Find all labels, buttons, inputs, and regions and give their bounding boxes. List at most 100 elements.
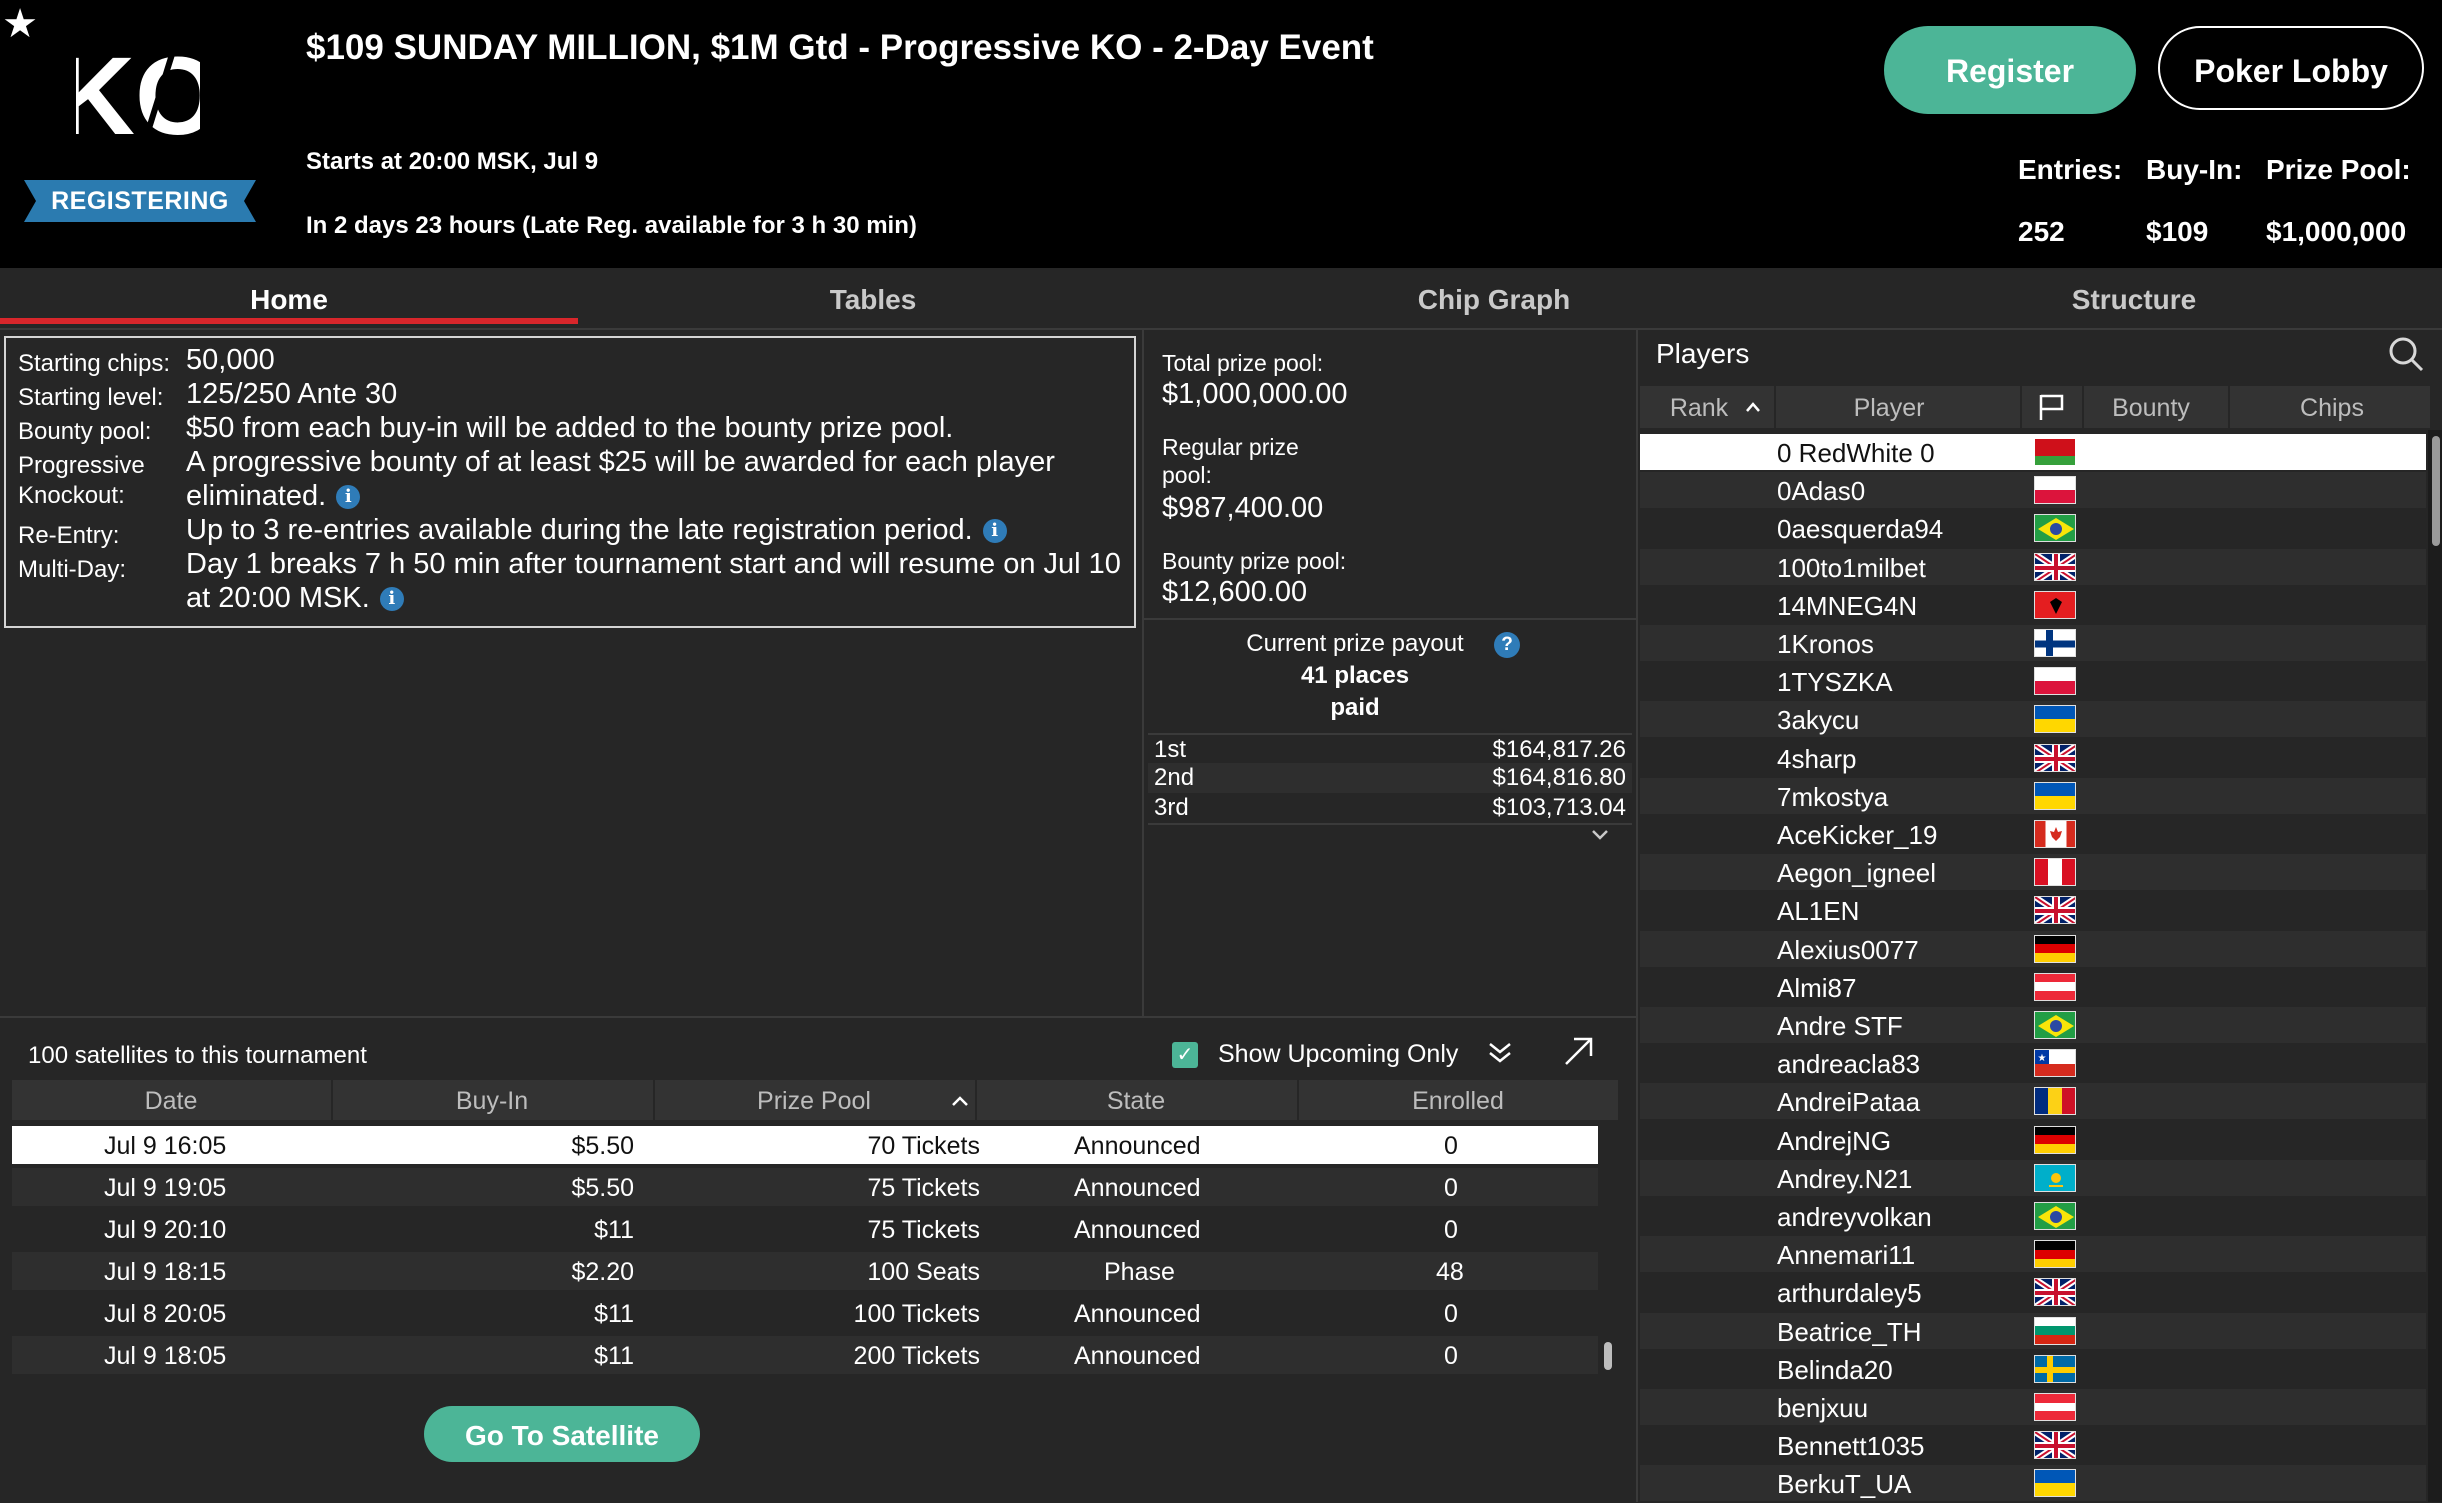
info-icon[interactable]: i bbox=[336, 485, 361, 510]
favorite-star-icon[interactable]: ★ bbox=[0, 2, 40, 46]
player-row[interactable]: 14MNEG4N bbox=[1640, 587, 2426, 623]
bounty-prize-value: $12,600.00 bbox=[1162, 576, 1308, 608]
progressive-label-1: Progressive bbox=[18, 452, 145, 479]
sat-prize: 200 Tickets bbox=[853, 1342, 980, 1370]
player-name: 7mkostya bbox=[1777, 781, 1889, 812]
player-row[interactable]: Belinda20 bbox=[1640, 1351, 2426, 1387]
col-buyin[interactable]: Buy-In bbox=[333, 1080, 651, 1120]
player-row[interactable]: Andre STF bbox=[1640, 1007, 2426, 1043]
col-bounty[interactable]: Bounty bbox=[2084, 386, 2218, 428]
player-row[interactable]: AL1EN bbox=[1640, 892, 2426, 928]
satellite-row[interactable]: Jul 9 18:05 $11 200 Tickets Announced 0 bbox=[12, 1336, 1598, 1374]
chevron-down-icon[interactable] bbox=[1590, 828, 1610, 842]
player-name: 0aesquerda94 bbox=[1777, 514, 1944, 545]
player-row[interactable]: Annemari11 bbox=[1640, 1236, 2426, 1273]
sort-asc-icon[interactable] bbox=[1744, 400, 1762, 414]
prizepool-label: Prize Pool: bbox=[2266, 154, 2411, 185]
sat-buyin: $5.50 bbox=[571, 1174, 634, 1202]
col-state[interactable]: State bbox=[977, 1080, 1295, 1120]
player-name: Annemari11 bbox=[1777, 1240, 1916, 1271]
player-row[interactable]: 7mkostya bbox=[1640, 777, 2426, 814]
register-button[interactable]: Register bbox=[1884, 26, 2136, 114]
sat-prize: 100 Tickets bbox=[853, 1300, 980, 1328]
player-name: AndrejNG bbox=[1777, 1125, 1892, 1156]
player-row[interactable]: andreacla83 ★ bbox=[1640, 1045, 2426, 1081]
tab-tables[interactable]: Tables bbox=[578, 268, 1168, 328]
player-row[interactable]: Aegon_igneel bbox=[1640, 854, 2426, 891]
satellite-row[interactable]: Jul 8 20:05 $11 100 Tickets Announced 0 bbox=[12, 1294, 1598, 1332]
go-to-satellite-button[interactable]: Go To Satellite bbox=[424, 1406, 700, 1462]
player-row[interactable]: Bennett1035 bbox=[1640, 1427, 2426, 1463]
satellite-row[interactable]: Jul 9 16:05 $5.50 70 Tickets Announced 0 bbox=[12, 1126, 1598, 1164]
player-row[interactable]: AndreiPataa bbox=[1640, 1083, 2426, 1120]
tab-chip-graph[interactable]: Chip Graph bbox=[1240, 268, 1748, 328]
sat-enrolled: 0 bbox=[1444, 1132, 1458, 1160]
players-title: Players bbox=[1656, 338, 1750, 369]
col-enrolled[interactable]: Enrolled bbox=[1299, 1080, 1617, 1120]
satellites-scrollbar[interactable] bbox=[1604, 1342, 1612, 1370]
regular-prize-label-1: Regular prize bbox=[1162, 434, 1299, 460]
player-row[interactable]: 0aesquerda94 bbox=[1640, 510, 2426, 546]
country-flag-icon bbox=[2034, 1011, 2076, 1039]
player-row[interactable]: andreyvolkan bbox=[1640, 1198, 2426, 1234]
player-row[interactable]: AndrejNG bbox=[1640, 1122, 2426, 1158]
expand-arrow-icon[interactable] bbox=[1562, 1034, 1596, 1068]
col-date[interactable]: Date bbox=[12, 1080, 330, 1120]
player-row[interactable]: 4sharp bbox=[1640, 740, 2426, 776]
multiday-label: Multi-Day: bbox=[18, 556, 127, 583]
player-row[interactable]: Almi87 bbox=[1640, 969, 2426, 1005]
starting-chips-value: 50,000 bbox=[186, 344, 275, 376]
player-row[interactable]: 100to1milbet bbox=[1640, 548, 2426, 585]
reentry-label: Re-Entry: bbox=[18, 522, 120, 549]
player-name: 0Adas0 bbox=[1777, 476, 1866, 507]
player-name: AceKicker_19 bbox=[1777, 820, 1938, 850]
player-row[interactable]: arthurdaley5 bbox=[1640, 1274, 2426, 1310]
player-row[interactable]: 1Kronos bbox=[1640, 625, 2426, 661]
bounty-pool-label: Bounty pool: bbox=[18, 418, 152, 445]
country-flag-icon bbox=[2034, 781, 2076, 810]
multiday-value-1: Day 1 breaks 7 h 50 min after tournament… bbox=[186, 548, 1121, 580]
info-icon[interactable]: i bbox=[379, 587, 404, 612]
satellite-row[interactable]: Jul 9 20:10 $11 75 Tickets Announced 0 bbox=[12, 1210, 1598, 1248]
player-row[interactable]: 1TYSZKA bbox=[1640, 663, 2426, 699]
player-row[interactable]: Andrey.N21 bbox=[1640, 1159, 2426, 1196]
player-row[interactable]: Alexius0077 bbox=[1640, 930, 2426, 967]
sat-state: Announced bbox=[1074, 1216, 1201, 1244]
country-flag-icon bbox=[2034, 476, 2076, 505]
show-upcoming-checkbox[interactable]: ✓ bbox=[1172, 1042, 1198, 1068]
player-name: Almi87 bbox=[1777, 972, 1857, 1003]
collapse-icon[interactable] bbox=[1486, 1040, 1514, 1066]
satellite-row[interactable]: Jul 9 19:05 $5.50 75 Tickets Announced 0 bbox=[12, 1168, 1598, 1206]
sat-date: Jul 8 20:05 bbox=[104, 1300, 227, 1328]
col-player[interactable]: Player bbox=[1776, 386, 2002, 428]
col-chips[interactable]: Chips bbox=[2230, 386, 2434, 428]
player-name: Beatrice_TH bbox=[1777, 1316, 1922, 1347]
player-row[interactable]: 3akycu bbox=[1640, 701, 2426, 738]
player-row[interactable]: benjxuu bbox=[1640, 1389, 2426, 1425]
help-icon[interactable]: ? bbox=[1494, 632, 1520, 658]
player-row[interactable]: 0Adas0 bbox=[1640, 472, 2426, 509]
col-prize-pool[interactable]: Prize Pool bbox=[655, 1080, 973, 1120]
column-divider bbox=[1142, 328, 1144, 1018]
player-name: 4sharp bbox=[1777, 743, 1857, 774]
info-icon[interactable]: i bbox=[982, 519, 1007, 544]
show-upcoming-label[interactable]: Show Upcoming Only bbox=[1218, 1040, 1458, 1069]
sort-asc-icon[interactable] bbox=[950, 1094, 970, 1108]
player-row[interactable]: 0 RedWhite 0 bbox=[1640, 434, 2426, 470]
player-row[interactable]: AceKicker_19 bbox=[1640, 816, 2426, 852]
col-rank[interactable]: Rank bbox=[1640, 386, 1758, 428]
poker-lobby-button[interactable]: Poker Lobby bbox=[2158, 26, 2424, 110]
players-scroll-track[interactable] bbox=[2428, 430, 2442, 1502]
sat-enrolled: 48 bbox=[1436, 1258, 1464, 1286]
ko-logo-text: KO bbox=[76, 38, 200, 148]
player-row[interactable]: BerkuT_UA bbox=[1640, 1465, 2426, 1502]
players-scrollbar[interactable] bbox=[2432, 436, 2440, 546]
player-row[interactable]: Beatrice_TH bbox=[1640, 1312, 2426, 1349]
sat-state: Announced bbox=[1074, 1300, 1201, 1328]
country-flag-icon bbox=[2034, 438, 2076, 466]
search-icon[interactable] bbox=[2386, 334, 2426, 374]
country-flag-icon bbox=[2034, 972, 2076, 1001]
tab-structure[interactable]: Structure bbox=[1810, 268, 2442, 328]
satellite-row[interactable]: Jul 9 18:15 $2.20 100 Seats Phase 48 bbox=[12, 1252, 1598, 1290]
flag-column-icon[interactable] bbox=[2036, 392, 2066, 422]
